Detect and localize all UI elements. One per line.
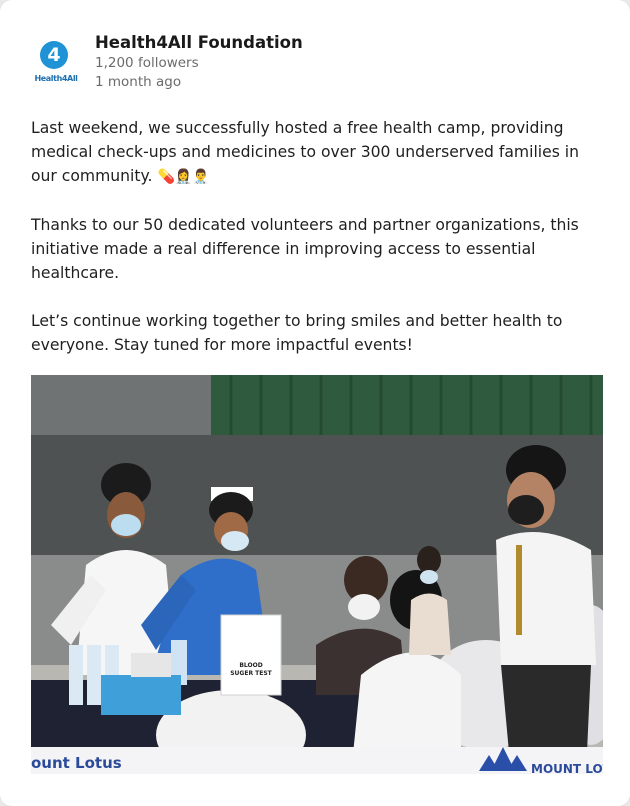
post-body: Last weekend, we successfully hosted a f… [31,116,606,381]
post-paragraph: Last weekend, we successfully hosted a f… [31,116,606,189]
logo-number: 4 [40,41,68,69]
banner-text-left: ount Lotus [31,754,122,772]
banner-text-right: MOUNT LOT [531,762,603,774]
sign-line: SUGER TEST [230,670,272,677]
post-photo[interactable]: BLOOD SUGER TEST ount Lotus MOUNT LOT [31,375,603,774]
sign-line: BLOOD [239,662,262,669]
author-name[interactable]: Health4All Foundation [95,33,303,52]
emoji-group: 💊👩‍⚕️👨‍⚕️ [157,169,210,185]
org-logo[interactable]: 4 Health4All [31,37,81,89]
post-paragraph: Let’s continue working together to bring… [31,312,563,354]
logo-text: Health4All [34,74,78,83]
health-camp-photo: BLOOD SUGER TEST ount Lotus MOUNT LOT [31,375,603,774]
follower-count: 1,200 followers [95,55,199,71]
post-card: 4 Health4All Health4All Foundation 1,200… [0,0,630,806]
paragraph-text: Last weekend, we successfully hosted a f… [31,119,580,185]
post-timestamp[interactable]: 1 month ago [95,74,181,90]
post-paragraph: Thanks to our 50 dedicated volunteers an… [31,216,579,282]
